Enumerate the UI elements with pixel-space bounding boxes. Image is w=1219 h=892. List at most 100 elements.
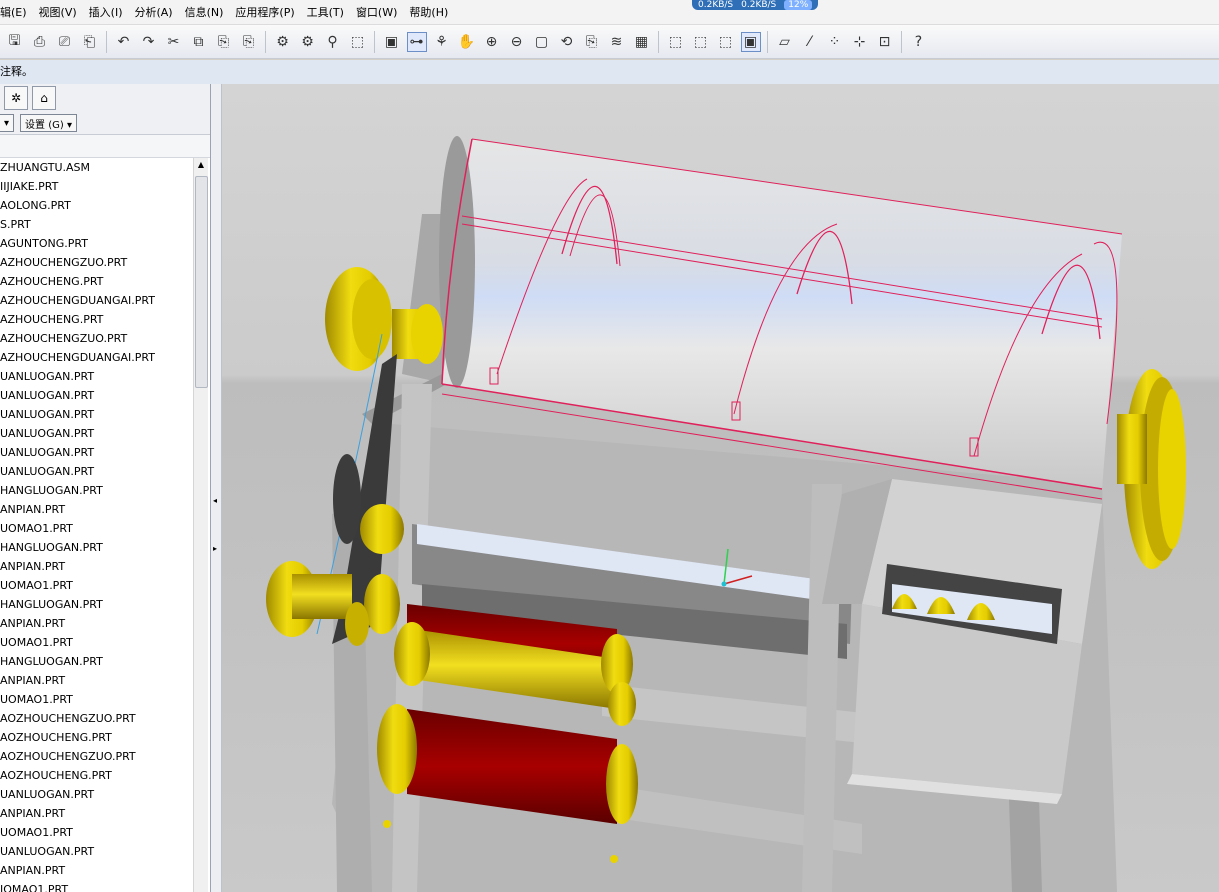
- collapse-left-icon[interactable]: ◂: [213, 496, 217, 505]
- model-display-icon[interactable]: ▦: [632, 32, 652, 52]
- message-text: 注释。: [0, 65, 33, 78]
- pan-icon[interactable]: ✋: [457, 32, 477, 52]
- scroll-thumb[interactable]: [195, 176, 208, 388]
- tree-item[interactable]: AZHOUCHENGDUANGAI.PRT: [0, 291, 192, 310]
- menu-item-7[interactable]: 窗口(W): [350, 4, 403, 20]
- datum-points-icon[interactable]: ⁘: [825, 32, 845, 52]
- tree-item[interactable]: UOMAO1.PRT: [0, 823, 192, 842]
- redo-icon[interactable]: ↷: [139, 32, 159, 52]
- tree-item[interactable]: S.PRT: [0, 215, 192, 234]
- tree-item[interactable]: HANGLUOGAN.PRT: [0, 538, 192, 557]
- menu-item-0[interactable]: 辑(E): [0, 4, 33, 20]
- tree-item[interactable]: UANLUOGAN.PRT: [0, 443, 192, 462]
- tree-item[interactable]: ANPIAN.PRT: [0, 500, 192, 519]
- repaint-icon[interactable]: ▣: [382, 32, 402, 52]
- tree-item[interactable]: HANGLUOGAN.PRT: [0, 652, 192, 671]
- tree-item[interactable]: HANGLUOGAN.PRT: [0, 595, 192, 614]
- tree-item[interactable]: UANLUOGAN.PRT: [0, 386, 192, 405]
- tree-item[interactable]: UANLUOGAN.PRT: [0, 424, 192, 443]
- tree-item[interactable]: ANPIAN.PRT: [0, 557, 192, 576]
- tree-item[interactable]: AZHOUCHENG.PRT: [0, 272, 192, 291]
- zoom-in-icon[interactable]: ⊕: [482, 32, 502, 52]
- tree-item[interactable]: ANPIAN.PRT: [0, 804, 192, 823]
- tree-item[interactable]: AOZHOUCHENG.PRT: [0, 766, 192, 785]
- paste-special-icon[interactable]: ⎘: [239, 32, 259, 52]
- preview-icon[interactable]: ⎚: [55, 32, 75, 52]
- paste-icon[interactable]: ⎘: [214, 32, 234, 52]
- zoom-out-icon[interactable]: ⊖: [507, 32, 527, 52]
- tree-item[interactable]: UOMAO1.PRT: [0, 690, 192, 709]
- panel-splitter[interactable]: ◂ ▸: [211, 84, 222, 892]
- tree-item[interactable]: IOMAO1.PRT: [0, 880, 192, 892]
- undo-icon[interactable]: ↶: [114, 32, 134, 52]
- datum-planes-icon[interactable]: ▱: [775, 32, 795, 52]
- tree-item[interactable]: AGUNTONG.PRT: [0, 234, 192, 253]
- tree-item[interactable]: AZHOUCHENGDUANGAI.PRT: [0, 348, 192, 367]
- find-icon[interactable]: ⚲: [323, 32, 343, 52]
- folder-browser-tab-icon[interactable]: ⌂: [32, 86, 56, 110]
- tree-item[interactable]: UOMAO1.PRT: [0, 519, 192, 538]
- orient-mode-icon[interactable]: ⚘: [432, 32, 452, 52]
- tree-item[interactable]: UOMAO1.PRT: [0, 633, 192, 652]
- reorient-icon[interactable]: ⟲: [557, 32, 577, 52]
- menu-item-6[interactable]: 工具(T): [301, 4, 350, 20]
- tree-item[interactable]: UANLUOGAN.PRT: [0, 785, 192, 804]
- tree-item[interactable]: UANLUOGAN.PRT: [0, 405, 192, 424]
- menu-item-1[interactable]: 视图(V): [33, 4, 83, 20]
- tree-item[interactable]: UANLUOGAN.PRT: [0, 842, 192, 861]
- menu-item-2[interactable]: 插入(I): [83, 4, 129, 20]
- menu-item-4[interactable]: 信息(N): [179, 4, 230, 20]
- tree-item[interactable]: ANPIAN.PRT: [0, 861, 192, 880]
- tree-scrollbar[interactable]: ▲: [193, 158, 208, 892]
- model-tree-panel: ✲ ⌂ ▾ 设置 (G) ▾ ZHUANGTU.ASM IIJIAKE.PRT AO…: [0, 84, 211, 892]
- tree-item[interactable]: ZHUANGTU.ASM: [0, 158, 192, 177]
- show-dropdown-button[interactable]: ▾: [0, 114, 15, 132]
- menu-item-3[interactable]: 分析(A): [128, 4, 178, 20]
- coord-sys-icon[interactable]: ⊹: [850, 32, 870, 52]
- wireframe-icon[interactable]: ⬚: [666, 32, 686, 52]
- tree-item[interactable]: UANLUOGAN.PRT: [0, 462, 192, 481]
- settings-dropdown-button[interactable]: 设置 (G) ▾: [20, 114, 77, 132]
- model-tree-tab-icon[interactable]: ✲: [4, 86, 28, 110]
- tree-item[interactable]: UANLUOGAN.PRT: [0, 367, 192, 386]
- annotations-icon[interactable]: ⊡: [875, 32, 895, 52]
- tree-item[interactable]: AZHOUCHENGZUO.PRT: [0, 253, 192, 272]
- toolbar-separator: [106, 30, 107, 53]
- scroll-up-icon[interactable]: ▲: [194, 158, 208, 172]
- tree-item[interactable]: AOZHOUCHENGZUO.PRT: [0, 709, 192, 728]
- copy-icon[interactable]: ⧉: [189, 32, 209, 52]
- tree-item[interactable]: AZHOUCHENGZUO.PRT: [0, 329, 192, 348]
- toolbar-separator: [374, 30, 375, 53]
- cut-icon[interactable]: ✂: [164, 32, 184, 52]
- tree-item[interactable]: UOMAO1.PRT: [0, 576, 192, 595]
- tree-item[interactable]: ANPIAN.PRT: [0, 614, 192, 633]
- tree-item[interactable]: IIJIAKE.PRT: [0, 177, 192, 196]
- layers-icon[interactable]: ≋: [607, 32, 627, 52]
- regenerate-manager-icon[interactable]: ⚙: [298, 32, 318, 52]
- refit-icon[interactable]: ▢: [532, 32, 552, 52]
- print-icon[interactable]: ⎙: [30, 32, 50, 52]
- hidden-line-icon[interactable]: ⬚: [691, 32, 711, 52]
- main-toolbar: 🖫 ⎙ ⎚ ⎗ ↶ ↷ ✂ ⧉ ⎘ ⎘ ⚙ ⚙ ⚲ ⬚ ▣ ⊶ ⚘ ✋ ⊕ ⊖ ▢ ⟲ ⎘ ≋ ▦ ⬚ ⬚ ⬚ ▣ ▱ ⁄ ⁘ ⊹ ⊡?: [0, 25, 1219, 59]
- no-hidden-icon[interactable]: ⬚: [716, 32, 736, 52]
- spin-center-icon[interactable]: ⊶: [406, 31, 427, 52]
- tree-item[interactable]: AOLONG.PRT: [0, 196, 192, 215]
- regenerate-icon[interactable]: ⚙: [273, 32, 293, 52]
- menu-item-5[interactable]: 应用程序(P): [229, 4, 300, 20]
- graphics-viewport[interactable]: [222, 84, 1219, 892]
- select-box-icon[interactable]: ⬚: [348, 32, 368, 52]
- expand-right-icon[interactable]: ▸: [213, 544, 217, 553]
- tree-item[interactable]: HANGLUOGAN.PRT: [0, 481, 192, 500]
- datum-axes-icon[interactable]: ⁄: [800, 32, 820, 52]
- panel-tools: ▾ 设置 (G) ▾: [0, 112, 210, 135]
- menu-item-8[interactable]: 帮助(H): [403, 4, 454, 20]
- tree-item[interactable]: ANPIAN.PRT: [0, 671, 192, 690]
- context-help-icon[interactable]: ?: [909, 32, 929, 52]
- save-icon[interactable]: 🖫: [5, 32, 25, 52]
- saved-views-icon[interactable]: ⎘: [582, 32, 602, 52]
- shading-icon[interactable]: ▣: [740, 31, 761, 52]
- tree-item[interactable]: AZHOUCHENG.PRT: [0, 310, 192, 329]
- tree-item[interactable]: AOZHOUCHENGZUO.PRT: [0, 747, 192, 766]
- tree-item[interactable]: AOZHOUCHENG.PRT: [0, 728, 192, 747]
- print-setup-icon[interactable]: ⎗: [80, 32, 100, 52]
